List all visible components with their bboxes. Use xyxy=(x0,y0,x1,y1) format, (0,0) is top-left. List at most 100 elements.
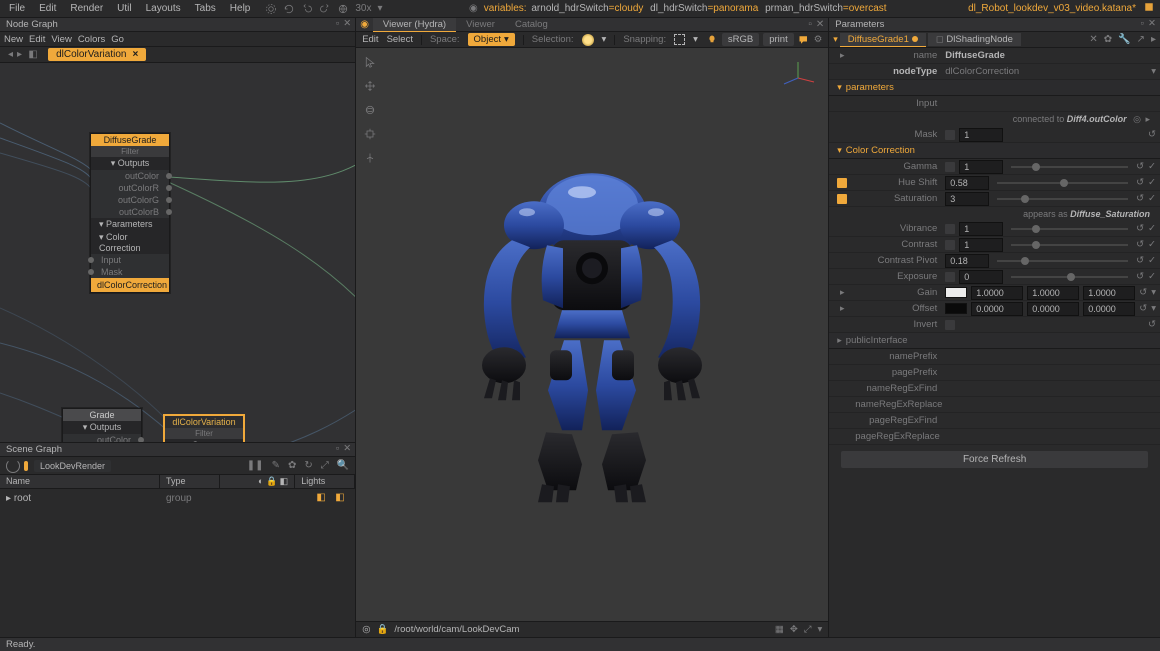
group-public-interface[interactable]: ▸publicInterface xyxy=(829,333,1160,349)
sg-lock-icon[interactable]: 🔒 xyxy=(266,476,277,486)
chip-icon[interactable] xyxy=(945,162,955,172)
sg-location[interactable]: LookDevRender xyxy=(34,460,111,472)
input-contrast[interactable] xyxy=(959,238,1003,252)
globe-icon[interactable] xyxy=(337,3,349,15)
viewer-speech-icon[interactable] xyxy=(798,34,810,46)
input-gain-b[interactable] xyxy=(1083,286,1135,300)
menu-edit[interactable]: Edit xyxy=(34,1,61,16)
variable-3[interactable]: prman_hdrSwitch=overcast xyxy=(765,3,886,14)
slider-contrast[interactable] xyxy=(1011,244,1128,246)
param-close-tab-icon[interactable]: ✕ xyxy=(1089,34,1097,45)
viewer-grid-icon[interactable]: ▦ xyxy=(775,624,784,635)
sg-render-icon[interactable]: ◧ xyxy=(280,476,289,486)
sg-frame-icon[interactable]: ⤢ xyxy=(321,460,329,471)
refresh-icon[interactable] xyxy=(283,3,295,15)
ng-menu-colors[interactable]: Colors xyxy=(78,34,105,45)
param-wrench-icon[interactable]: 🔧 xyxy=(1118,34,1130,45)
node-grade-small[interactable]: Grade ▾ Outputs outColor outColorR xyxy=(62,408,142,442)
viewer-snap-dd[interactable]: ▾ xyxy=(693,34,698,45)
keyframe-icon[interactable]: ✓ xyxy=(1148,239,1156,250)
panel-undock-icon[interactable]: ▫ xyxy=(336,18,339,29)
move-tool-icon[interactable] xyxy=(362,78,378,94)
offset-swatch[interactable] xyxy=(945,303,967,314)
keyframe-icon[interactable]: ✓ xyxy=(1148,177,1156,188)
reset-icon[interactable]: ↺ xyxy=(1136,161,1144,172)
gear-icon[interactable] xyxy=(265,3,277,15)
sg-gear-icon[interactable]: ✿ xyxy=(288,460,296,471)
input-offset-r[interactable] xyxy=(971,302,1023,316)
viewer-colorspace-dd[interactable]: sRGB xyxy=(722,33,759,46)
keyframe-icon[interactable]: ✓ xyxy=(1148,255,1156,266)
connection-go-icon[interactable]: ▸ xyxy=(1145,114,1150,124)
menu-tabs[interactable]: Tabs xyxy=(190,1,221,16)
key-chip-icon[interactable] xyxy=(837,194,847,204)
menu-util[interactable]: Util xyxy=(112,1,136,16)
viewer-print-dd[interactable]: print xyxy=(763,33,793,46)
viewer-viewport[interactable] xyxy=(356,48,828,621)
app-indicator-icon[interactable] xyxy=(1144,2,1154,12)
keyframe-icon[interactable]: ✓ xyxy=(1148,193,1156,204)
panel-undock-icon[interactable]: ▫ xyxy=(1141,18,1144,29)
viewer-space-dd[interactable]: Object ▾ xyxy=(468,33,515,46)
node-diffusegrade[interactable]: DiffuseGrade Filter ▾ Outputs outColor o… xyxy=(90,133,170,293)
sg-row-root[interactable]: ▸ root group ◧ ◧ xyxy=(0,491,355,505)
node-dlcolorvariation-head[interactable]: dlColorVariation xyxy=(165,416,243,428)
sg-vis-icon[interactable]: ◐ xyxy=(258,476,263,486)
param-link-icon[interactable]: ↗ xyxy=(1137,34,1145,45)
port-outcolorB[interactable]: outColorB xyxy=(91,206,169,218)
reset-icon[interactable]: ↺ xyxy=(1136,193,1144,204)
panel-close-icon[interactable]: ✕ xyxy=(343,443,351,454)
frame-display[interactable]: 30x xyxy=(355,3,371,14)
input-offset-g[interactable] xyxy=(1027,302,1079,316)
viewer-selection-dd[interactable]: ▾ xyxy=(602,34,607,45)
chip-icon[interactable] xyxy=(945,272,955,282)
scale-tool-icon[interactable] xyxy=(362,126,378,142)
viewer-snap-box-icon[interactable] xyxy=(674,34,685,45)
keyframe-icon[interactable]: ✓ xyxy=(1148,223,1156,234)
reset-icon[interactable]: ↺ xyxy=(1136,255,1144,266)
menu-render[interactable]: Render xyxy=(65,1,108,16)
input-gain-g[interactable] xyxy=(1027,286,1079,300)
chip-icon[interactable] xyxy=(945,224,955,234)
keyframe-icon[interactable]: ✓ xyxy=(1148,161,1156,172)
node-grade-small-head[interactable]: Grade xyxy=(63,409,141,421)
param-tab-caret[interactable]: ▾ xyxy=(833,34,838,45)
reset-icon[interactable]: ↺ xyxy=(1136,177,1144,188)
tab-catalog[interactable]: Catalog xyxy=(505,18,558,31)
input-mask[interactable] xyxy=(959,128,1003,142)
viewer-selection-icon[interactable] xyxy=(582,34,594,46)
ng-menu-go[interactable]: Go xyxy=(111,34,124,45)
key-chip-icon[interactable] xyxy=(837,178,847,188)
sg-col-type[interactable]: Type xyxy=(160,475,220,488)
input-exposure[interactable] xyxy=(959,270,1003,284)
reset-icon[interactable]: ↺ xyxy=(1139,303,1147,314)
tab-viewer-hydra[interactable]: Viewer (Hydra) xyxy=(373,18,456,32)
chevron-down-icon[interactable]: ▾ xyxy=(1151,303,1156,314)
port-outcolor[interactable]: outColor xyxy=(91,170,169,182)
reset-icon[interactable]: ↺ xyxy=(1148,319,1156,330)
input-gamma[interactable] xyxy=(959,160,1003,174)
chip-icon[interactable] xyxy=(945,240,955,250)
transform-tool-icon[interactable] xyxy=(362,150,378,166)
menu-help[interactable]: Help xyxy=(225,1,256,16)
port-mask[interactable]: Mask xyxy=(91,266,169,278)
param-tab-active[interactable]: DiffuseGrade1 xyxy=(840,33,926,47)
panel-undock-icon[interactable]: ▫ xyxy=(808,19,812,30)
input-vibrance[interactable] xyxy=(959,222,1003,236)
redo-icon[interactable] xyxy=(319,3,331,15)
select-tool-icon[interactable] xyxy=(362,54,378,70)
panel-close-icon[interactable]: ✕ xyxy=(816,19,824,30)
ng-back-icon[interactable]: ◂ xyxy=(8,49,13,60)
sg-row-vis-icon[interactable]: ◧ xyxy=(316,492,328,504)
reset-icon[interactable]: ↺ xyxy=(1136,271,1144,282)
connection-dot-icon[interactable]: ◎ xyxy=(1133,114,1141,124)
menu-layouts[interactable]: Layouts xyxy=(141,1,186,16)
keyframe-icon[interactable]: ✓ xyxy=(1148,271,1156,282)
panel-close-icon[interactable]: ✕ xyxy=(1148,18,1156,29)
value-name[interactable]: DiffuseGrade xyxy=(945,50,1005,61)
port-outcolorG[interactable]: outColorG xyxy=(91,194,169,206)
input-gain-r[interactable] xyxy=(971,286,1023,300)
sg-pause-icon[interactable]: ❚❚ xyxy=(247,460,264,471)
ng-menu-view[interactable]: View xyxy=(51,34,71,45)
group-parameters[interactable]: ▾parameters xyxy=(829,80,1160,96)
